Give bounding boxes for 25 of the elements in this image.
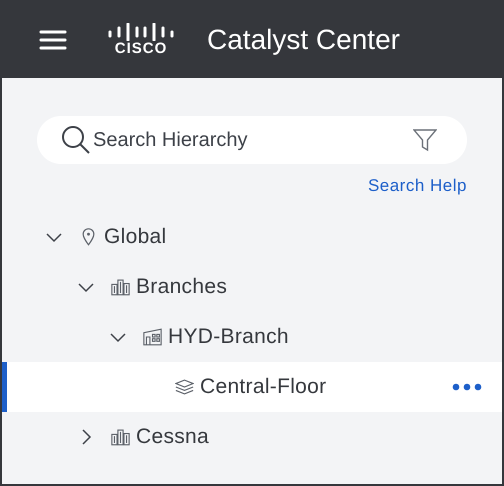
building-icon — [143, 328, 162, 346]
layers-icon — [175, 378, 194, 396]
menu-icon[interactable] — [39, 29, 67, 51]
tree-item[interactable]: Global — [2, 212, 502, 262]
filter-icon[interactable] — [413, 128, 437, 152]
tree-item[interactable]: Central-Floor — [2, 362, 502, 412]
search-input[interactable]: Search Hierarchy — [93, 125, 393, 155]
search-help-link[interactable]: Search Help — [368, 173, 467, 198]
more-options-icon[interactable] — [452, 382, 482, 390]
tree-label: Cessna — [136, 424, 210, 450]
tree-item[interactable]: HYD-Branch — [2, 312, 502, 362]
tree-label: HYD-Branch — [168, 324, 289, 350]
search-icon — [61, 125, 91, 155]
tree-item[interactable]: Branches — [2, 262, 502, 312]
logo-text: CISCO — [114, 41, 168, 57]
tree-label: Central-Floor — [200, 374, 326, 400]
search-field[interactable]: Search Hierarchy — [37, 116, 467, 164]
tree-item[interactable]: Cessna — [2, 412, 502, 462]
selection-bar — [2, 362, 7, 412]
buildings-icon — [111, 278, 130, 296]
app-title: Catalyst Center — [207, 23, 400, 57]
tree-label: Branches — [136, 274, 228, 300]
logo-bars-icon — [108, 23, 174, 41]
tree-label: Global — [104, 224, 167, 250]
buildings-icon — [111, 428, 130, 446]
